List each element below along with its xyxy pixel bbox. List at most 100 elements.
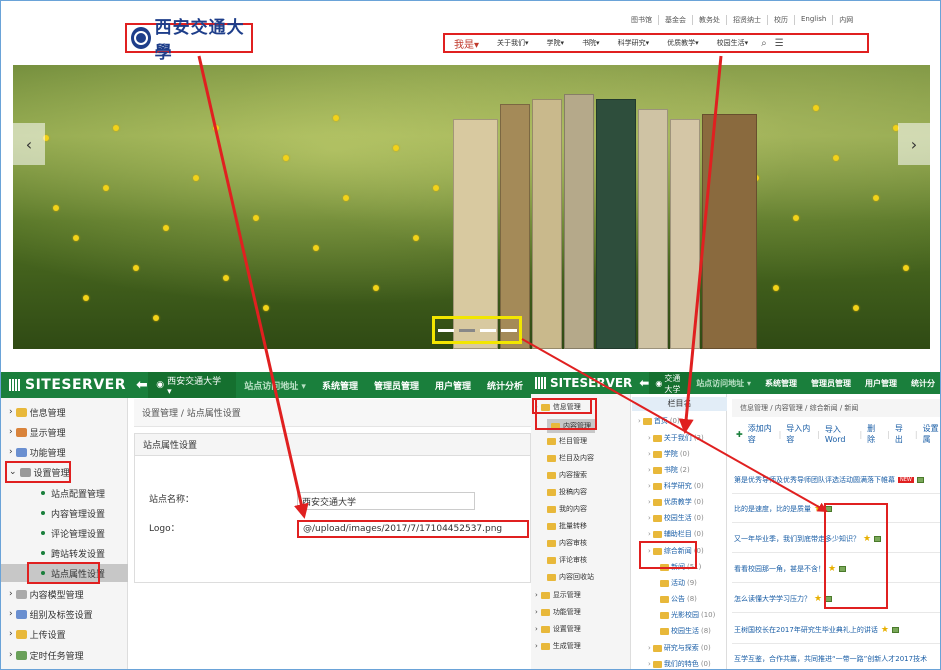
sidebar-item[interactable]: 批量转移 bbox=[547, 521, 587, 531]
sidebar-item[interactable]: 站点配置管理 bbox=[1, 484, 128, 502]
sidebar-item[interactable]: › 设置管理 bbox=[535, 624, 581, 634]
content-row[interactable]: 互学互鉴，合作共赢，共同推进“一带一路”创新人才2017技术 bbox=[734, 654, 940, 664]
tree-node[interactable]: 活动 (9) bbox=[658, 578, 697, 588]
tree-node[interactable]: 校园生活 (8) bbox=[658, 626, 711, 636]
sidebar-item[interactable]: › 功能管理 bbox=[535, 607, 581, 617]
topnav-item[interactable]: 站点访问地址 ▾ bbox=[236, 379, 314, 392]
carousel-indicator[interactable] bbox=[479, 328, 496, 332]
site-selector[interactable]: ◉ 西安交通大学 ▾ bbox=[148, 372, 237, 398]
top-link[interactable]: 基金会 bbox=[658, 15, 692, 25]
topnav-item[interactable]: 管理员管理 bbox=[366, 379, 427, 392]
nav-item[interactable]: 关于我们▾ bbox=[488, 38, 538, 48]
toolbar-button[interactable]: 导入内容 bbox=[786, 423, 812, 445]
carousel-indicator[interactable] bbox=[437, 328, 454, 332]
sidebar-item[interactable]: 栏目及内容 bbox=[547, 453, 594, 463]
carousel-next-button[interactable]: › bbox=[898, 123, 930, 165]
sidebar-item[interactable]: 我的内容 bbox=[547, 504, 587, 514]
university-logo[interactable]: 西安交通大學 bbox=[125, 18, 253, 63]
sidebar-item[interactable]: › 定时任务管理 bbox=[1, 646, 128, 664]
content-row-title[interactable]: 王树国校长在2017年研究生毕业典礼上的讲话 bbox=[734, 625, 878, 635]
top-link[interactable]: 校历 bbox=[767, 15, 794, 25]
sidebar-item[interactable]: › 信息管理 bbox=[1, 403, 128, 421]
tree-node[interactable]: › 首页 (0) bbox=[638, 416, 680, 426]
sidebar-item[interactable]: 栏目管理 bbox=[547, 436, 587, 446]
sidebar-item[interactable]: 评论审核 bbox=[547, 555, 587, 565]
top-link[interactable]: 招贤纳士 bbox=[726, 15, 767, 25]
tree-node[interactable]: 光影校园 (10) bbox=[658, 610, 715, 620]
top-link[interactable]: English bbox=[794, 15, 832, 25]
search-icon[interactable]: ⌕ bbox=[757, 38, 771, 49]
tree-node[interactable]: › 书院 (2) bbox=[648, 465, 690, 475]
back-arrow-icon[interactable]: ⬅ bbox=[635, 376, 649, 390]
tree-node[interactable]: › 科学研究 (0) bbox=[648, 481, 704, 491]
hamburger-icon[interactable]: ☰ bbox=[771, 38, 788, 49]
sidebar-item[interactable]: › 组别及标签设置 bbox=[1, 605, 128, 623]
topnav-item[interactable]: 统计分 bbox=[904, 378, 940, 389]
sidebar-item[interactable]: › 功能管理 bbox=[1, 443, 128, 461]
toolbar-button[interactable]: 删 除 bbox=[867, 423, 882, 445]
tree-node[interactable]: › 优质教学 (0) bbox=[648, 497, 704, 507]
content-row-title[interactable]: 比的是速度，比的是质量 bbox=[734, 504, 811, 514]
toolbar-button[interactable]: 导 出 bbox=[895, 423, 910, 445]
topnav-item[interactable]: 站点访问地址 ▾ bbox=[689, 378, 758, 389]
sidebar-item[interactable]: › 显示管理 bbox=[535, 590, 581, 600]
logo-input[interactable]: @/upload/images/2017/7/17104452537.png bbox=[297, 520, 529, 538]
nav-item[interactable]: 科学研究▾ bbox=[609, 38, 659, 48]
new-badge: NEW bbox=[898, 477, 914, 483]
toolbar-button[interactable]: 添加内容 bbox=[748, 423, 774, 445]
content-row-title[interactable]: 怎么读懂大学学习压力？ bbox=[734, 594, 811, 604]
content-row[interactable]: 王树国校长在2017年研究生毕业典礼上的讲话 ★ bbox=[734, 625, 940, 635]
folder-icon bbox=[652, 434, 662, 442]
toolbar-button[interactable]: 导入Word bbox=[825, 424, 855, 444]
flower-decoration bbox=[263, 305, 269, 311]
sidebar-item-label: 显示管理 bbox=[29, 428, 66, 439]
nav-item[interactable]: 我是▾ bbox=[445, 36, 488, 51]
content-row-title[interactable]: 互学互鉴，合作共赢，共同推进“一带一路”创新人才2017技术 bbox=[734, 654, 927, 664]
content-row[interactable]: 第是优秀导师及优秀导师团队评选活动圆满落下帷幕 NEW bbox=[734, 475, 940, 485]
carousel-indicator[interactable] bbox=[458, 328, 475, 332]
site-name-input[interactable]: 西安交通大学 bbox=[297, 492, 475, 510]
topnav-item[interactable]: 管理员管理 bbox=[804, 378, 858, 389]
content-row-title[interactable]: 第是优秀导师及优秀导师团队评选活动圆满落下帷幕 bbox=[734, 475, 895, 485]
toolbar-button[interactable]: 设置属 bbox=[923, 423, 940, 445]
nav-item[interactable]: 学院▾ bbox=[538, 38, 574, 48]
tree-node[interactable]: › 辅助栏目 (0) bbox=[648, 529, 704, 539]
carousel-prev-button[interactable]: ‹ bbox=[13, 123, 45, 165]
topnav-item[interactable]: 用户管理 bbox=[858, 378, 904, 389]
content-row-title[interactable]: 看看校园那一角，甚是不含！ bbox=[734, 564, 825, 574]
topnav-item[interactable]: 用户管理 bbox=[427, 379, 479, 392]
sidebar-item[interactable]: › 内容模型管理 bbox=[1, 585, 128, 603]
sidebar-item[interactable]: 内容管理设置 bbox=[1, 504, 128, 522]
tree-node[interactable]: › 关于我们 (3) bbox=[648, 433, 704, 443]
chevron-right-icon: › bbox=[9, 427, 13, 437]
topnav-item[interactable]: 统计分析 bbox=[479, 379, 531, 392]
tree-node[interactable]: › 校园生活 (0) bbox=[648, 513, 704, 523]
back-arrow-icon[interactable]: ⬅ bbox=[130, 377, 148, 393]
sidebar-item[interactable]: › 显示管理 bbox=[1, 423, 128, 441]
top-link[interactable]: 图书馆 bbox=[625, 15, 658, 25]
top-link[interactable]: 内网 bbox=[832, 15, 859, 25]
siteserver-brand[interactable]: SITESERVER ⬅ bbox=[1, 377, 148, 393]
nav-item[interactable]: 校园生活▾ bbox=[708, 38, 758, 48]
sidebar-item[interactable]: 内容搜索 bbox=[547, 470, 587, 480]
sidebar-item[interactable]: 跨站转发设置 bbox=[1, 544, 128, 562]
sidebar-item[interactable]: › 上传设置 bbox=[1, 625, 128, 643]
carousel-indicator[interactable] bbox=[500, 328, 517, 332]
sidebar-item[interactable]: 投稿内容 bbox=[547, 487, 587, 497]
tree-node[interactable]: › 研究与探索 (0) bbox=[648, 643, 711, 653]
tree-node[interactable]: › 学院 (0) bbox=[648, 449, 690, 459]
tree-node[interactable]: 公告 (8) bbox=[658, 594, 697, 604]
tree-node-count: (9) bbox=[687, 579, 697, 587]
top-link[interactable]: 教务处 bbox=[692, 15, 726, 25]
site-selector-right[interactable]: ◉ 西安交通大学 ▾ bbox=[649, 363, 690, 404]
nav-item[interactable]: 优质教学▾ bbox=[658, 38, 708, 48]
topnav-item[interactable]: 系统管理 bbox=[758, 378, 804, 389]
topnav-item[interactable]: 系统管理 bbox=[314, 379, 366, 392]
sidebar-item[interactable]: 内容审核 bbox=[547, 538, 587, 548]
tree-node[interactable]: › 我们的特色 (0) bbox=[648, 659, 711, 669]
siteserver-brand-right[interactable]: SITESERVER ⬅ bbox=[531, 376, 649, 390]
sidebar-item[interactable]: 评论管理设置 bbox=[1, 524, 128, 542]
sidebar-item[interactable]: › 生成管理 bbox=[535, 641, 581, 651]
sidebar-item[interactable]: 内容回收站 bbox=[547, 572, 594, 582]
nav-item[interactable]: 书院▾ bbox=[573, 38, 609, 48]
